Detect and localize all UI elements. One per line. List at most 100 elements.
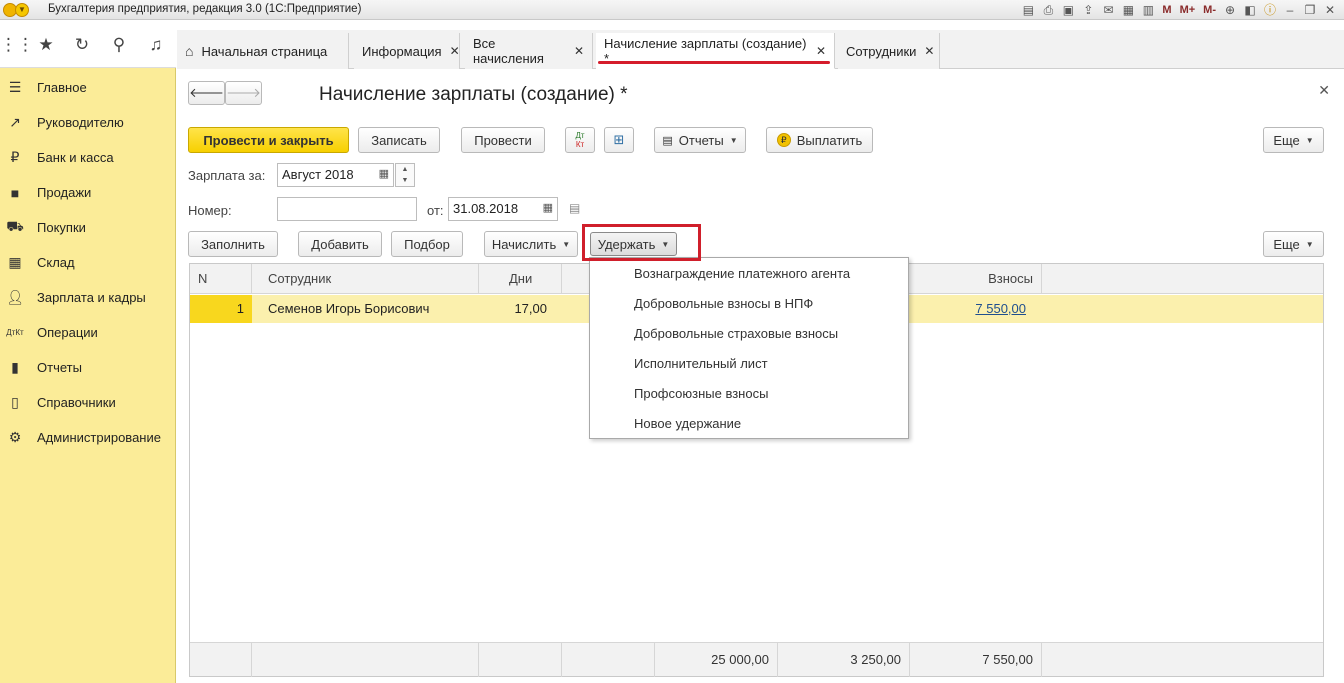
- forward-button[interactable]: 🡒: [225, 81, 262, 105]
- menu-item-insurance[interactable]: Добровольные страховые взносы: [634, 319, 838, 349]
- close-icon[interactable]: ✕: [574, 44, 584, 58]
- fill-button[interactable]: Заполнить: [188, 231, 278, 257]
- quick-actions-bar: ⋮⋮ ★ ↻ ⚲ ♫: [0, 20, 176, 68]
- salary-month-field[interactable]: Август 2018 ▦: [277, 163, 394, 187]
- panel-icon[interactable]: ◧: [1242, 2, 1258, 18]
- more-button[interactable]: Еще ▼: [1263, 127, 1324, 153]
- sidebar-item-label: Зарплата и кадры: [37, 290, 146, 305]
- close-icon[interactable]: ✕: [924, 44, 934, 58]
- sidebar-item-purchases[interactable]: ⛟ Покупки: [0, 210, 176, 245]
- pick-button[interactable]: Подбор: [391, 231, 463, 257]
- table-footer: 25 000,00 3 250,00 7 550,00: [190, 642, 1323, 677]
- tab-home[interactable]: ⌂ Начальная страница: [177, 33, 349, 69]
- sidebar-item-reports[interactable]: ▮ Отчеты: [0, 350, 176, 385]
- date-field[interactable]: 31.08.2018 ▦: [448, 197, 558, 221]
- window-toolbar: ▤ ⎙ ▣ ⇪ ✉ ▦ ▥ M M+ M- ⊕ ◧ ⓘ – ❐ ✕: [1020, 1, 1338, 19]
- preview-icon[interactable]: ▣: [1060, 2, 1076, 18]
- save-button[interactable]: Записать: [358, 127, 440, 153]
- memory-m-button[interactable]: M: [1160, 2, 1173, 18]
- row-contributions-link[interactable]: 7 550,00: [910, 295, 1034, 323]
- print-icon[interactable]: ⎙: [1040, 2, 1056, 18]
- reports-button[interactable]: ▤ Отчеты ▼: [654, 127, 746, 153]
- column-header-employee[interactable]: Сотрудник: [252, 264, 479, 294]
- sidebar-item-label: Администрирование: [37, 430, 161, 445]
- post-button[interactable]: Провести: [461, 127, 545, 153]
- row-number: 1: [190, 295, 252, 323]
- tab-label: Начисление зарплаты (создание) *: [604, 35, 807, 66]
- menu-item-new[interactable]: Новое удержание: [634, 409, 741, 439]
- withhold-dropdown-menu: Вознаграждение платежного агента Доброво…: [589, 257, 909, 439]
- menu-icon: ☰: [8, 79, 22, 95]
- structure-button[interactable]: ⊞: [604, 127, 634, 153]
- person-icon: 👤︎: [6, 289, 24, 305]
- menu-item-payment-agent[interactable]: Вознаграждение платежного агента: [634, 259, 850, 289]
- sidebar-item-operations[interactable]: ДтКт Операции: [0, 315, 176, 350]
- dt-kt-button[interactable]: Дт Кт: [565, 127, 595, 153]
- sidebar-item-catalogs[interactable]: ▯ Справочники: [0, 385, 176, 420]
- main-menu-icon[interactable]: ▼: [15, 3, 29, 17]
- ruble-icon: ₽: [10, 149, 20, 165]
- table-more-button[interactable]: Еще ▼: [1263, 231, 1324, 257]
- calendar-icon[interactable]: ▦: [379, 167, 389, 180]
- column-header-days[interactable]: Дни: [479, 264, 562, 294]
- sidebar-item-salary[interactable]: 👤︎ Зарплата и кадры: [0, 280, 176, 315]
- post-and-close-button[interactable]: Провести и закрыть: [188, 127, 349, 153]
- column-header-contributions[interactable]: Взносы: [910, 264, 1042, 294]
- calculator-icon[interactable]: ▦: [1120, 2, 1136, 18]
- save-icon[interactable]: ▤: [1020, 2, 1036, 18]
- sidebar-item-manager[interactable]: ↗ Руководителю: [0, 105, 176, 140]
- info-icon[interactable]: ⓘ: [1262, 2, 1278, 18]
- search-icon[interactable]: ⚲: [109, 35, 129, 55]
- accrue-button[interactable]: Начислить ▼: [484, 231, 578, 257]
- zoom-icon[interactable]: ⊕: [1222, 2, 1238, 18]
- restore-icon[interactable]: ❐: [1302, 2, 1318, 18]
- highlight-frame: [582, 224, 701, 261]
- add-button[interactable]: Добавить: [298, 231, 382, 257]
- tabs-bar: ⌂ Начальная страница Информация ✕ Все на…: [177, 30, 1344, 69]
- tab-salary-creation[interactable]: Начисление зарплаты (создание) * ✕: [596, 33, 835, 69]
- number-field[interactable]: [277, 197, 417, 221]
- tab-employees[interactable]: Сотрудники ✕: [838, 33, 940, 69]
- notifications-bell-icon[interactable]: ♫: [146, 35, 166, 55]
- close-form-icon[interactable]: ✕: [1318, 82, 1330, 99]
- month-stepper[interactable]: ▲ ▼: [395, 163, 415, 187]
- sidebar-item-bank[interactable]: ₽ Банк и касса: [0, 140, 176, 175]
- comment-icon[interactable]: ▤: [569, 201, 580, 215]
- menu-item-union[interactable]: Профсоюзные взносы: [634, 379, 768, 409]
- report-icon: ▤: [662, 134, 673, 147]
- tab-all-accruals[interactable]: Все начисления ✕: [465, 33, 593, 69]
- trend-icon: ↗: [9, 114, 21, 130]
- date-value: 31.08.2018: [453, 201, 519, 216]
- calendar-icon[interactable]: ▥: [1140, 2, 1156, 18]
- close-icon[interactable]: ✕: [816, 44, 826, 58]
- memory-minus-button[interactable]: M-: [1201, 2, 1218, 18]
- tab-information[interactable]: Информация ✕: [354, 33, 460, 69]
- sidebar-item-main[interactable]: ☰ Главное: [0, 70, 176, 105]
- mail-icon[interactable]: ✉: [1100, 2, 1116, 18]
- menu-item-writ[interactable]: Исполнительный лист: [634, 349, 768, 379]
- favorites-star-icon[interactable]: ★: [36, 35, 56, 55]
- sidebar-item-warehouse[interactable]: ▦ Склад: [0, 245, 176, 280]
- sidebar-item-admin[interactable]: ⚙ Администрирование: [0, 420, 176, 455]
- sidebar-item-sales[interactable]: ■ Продажи: [0, 175, 176, 210]
- export-icon[interactable]: ⇪: [1080, 2, 1096, 18]
- column-header-blank: [1042, 264, 1058, 294]
- menu-item-npf[interactable]: Добровольные взносы в НПФ: [634, 289, 813, 319]
- close-icon[interactable]: ✕: [450, 44, 460, 58]
- back-button[interactable]: 🡐: [188, 81, 225, 105]
- history-icon[interactable]: ↻: [72, 35, 92, 55]
- sidebar-item-label: Склад: [37, 255, 75, 270]
- apps-grid-icon[interactable]: ⋮⋮: [0, 35, 34, 55]
- chevron-down-icon: ▼: [1305, 239, 1314, 249]
- memory-plus-button[interactable]: M+: [1178, 2, 1198, 18]
- number-label: Номер:: [188, 203, 232, 218]
- pay-button[interactable]: ₽ Выплатить: [766, 127, 873, 153]
- close-window-icon[interactable]: ✕: [1322, 2, 1338, 18]
- calendar-icon[interactable]: ▦: [543, 201, 553, 214]
- minimize-icon[interactable]: –: [1282, 2, 1298, 18]
- tab-label: Информация: [362, 43, 442, 59]
- column-header-n[interactable]: N: [190, 264, 252, 294]
- pay-label: Выплатить: [796, 132, 863, 148]
- footer-cell: [252, 643, 479, 677]
- book-icon: ▯: [11, 394, 19, 410]
